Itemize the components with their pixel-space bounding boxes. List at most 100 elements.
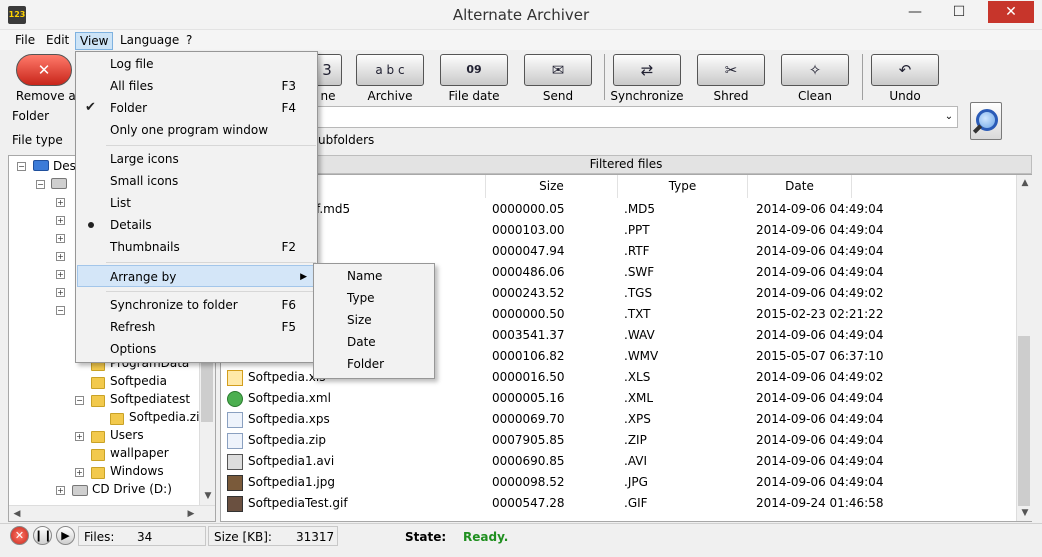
collapse-icon[interactable]: −	[17, 162, 26, 171]
menu-item-refresh[interactable]: Refresh F5	[77, 316, 316, 338]
expand-icon[interactable]: +	[75, 432, 84, 441]
collapse-icon[interactable]: −	[36, 180, 45, 189]
table-row[interactable]: Softpedia.xps 0000069.70 .XPS 2014-09-06…	[222, 409, 1012, 430]
subfolders-label: ubfolders	[318, 133, 375, 147]
expand-icon[interactable]: +	[56, 252, 65, 261]
table-row[interactable]: Softpedia1.avi 0000690.85 .AVI 2014-09-0…	[222, 451, 1012, 472]
menu-view[interactable]: View	[75, 32, 114, 50]
column-header-date[interactable]: Date	[748, 175, 852, 198]
menu-item-list[interactable]: List	[77, 192, 316, 214]
menu-item-label: Folder	[110, 101, 148, 115]
file-type: .SWF	[624, 265, 655, 279]
scroll-right-icon[interactable]: ▶	[183, 506, 199, 522]
submenu-item-date[interactable]: Date	[347, 331, 376, 353]
scroll-down-icon[interactable]: ▼	[1017, 505, 1033, 521]
remove-all-button[interactable]: ✕ Remove al	[10, 52, 85, 104]
expand-icon[interactable]: +	[75, 468, 84, 477]
file-name: f.md5	[316, 202, 351, 216]
menu-item-small-icons[interactable]: Small icons	[77, 170, 316, 192]
collapse-icon[interactable]: −	[56, 306, 65, 315]
scroll-down-icon[interactable]: ▼	[200, 488, 216, 504]
scroll-up-icon[interactable]: ▲	[1017, 175, 1033, 191]
stop-icon[interactable]: ✕	[10, 526, 29, 545]
shred-button[interactable]: ✂ Shred	[696, 52, 766, 104]
menu-item-thumbnails[interactable]: Thumbnails F2	[77, 236, 316, 258]
menu-item-large-icons[interactable]: Large icons	[77, 148, 316, 170]
expand-icon[interactable]: +	[56, 288, 65, 297]
filtered-files-header: Filtered files	[220, 155, 1032, 174]
file-type: .XLS	[624, 370, 651, 384]
file-size: 0000547.28	[492, 496, 565, 510]
pause-icon[interactable]: ❙❙	[33, 526, 52, 545]
collapse-icon[interactable]: −	[75, 396, 84, 405]
menu-item-options[interactable]: Options	[77, 338, 316, 360]
calendar-clock-icon: 09	[440, 54, 508, 86]
expand-icon[interactable]: +	[56, 216, 65, 225]
file-type: .WMV	[624, 349, 659, 363]
undo-label: Undo	[889, 89, 921, 103]
submenu-item-type[interactable]: Type	[347, 287, 375, 309]
excel-file-icon	[227, 370, 243, 386]
menu-item-details[interactable]: Details	[77, 214, 316, 236]
menu-item-log-file[interactable]: Log file	[77, 53, 316, 75]
file-date: 2014-09-06 04:49:04	[756, 328, 884, 342]
table-row[interactable]: 0000047.94 .RTF 2014-09-06 04:49:04	[222, 241, 1012, 262]
column-header-type[interactable]: Type	[618, 175, 748, 198]
expand-icon[interactable]: +	[56, 198, 65, 207]
table-row[interactable]: Softpedia.zip 0007905.85 .ZIP 2014-09-06…	[222, 430, 1012, 451]
chevron-down-icon[interactable]: ⌄	[940, 106, 958, 128]
submenu-item-folder[interactable]: Folder	[347, 353, 384, 375]
archive-button[interactable]: a b c Archive	[355, 52, 425, 104]
tree-item-windows[interactable]: Windows	[110, 462, 164, 480]
table-row[interactable]: f.md5 0000000.05 .MD5 2014-09-06 04:49:0…	[222, 199, 1012, 220]
submenu-item-name[interactable]: Name	[347, 265, 382, 287]
tree-item-softpediatest[interactable]: Softpediatest	[110, 390, 190, 408]
file-list-scroll-thumb[interactable]	[1018, 336, 1030, 506]
expand-icon[interactable]: +	[56, 270, 65, 279]
tree-item-wallpaper[interactable]: wallpaper	[110, 444, 169, 462]
document-file-icon	[227, 433, 243, 449]
file-date: 2014-09-06 04:49:04	[756, 433, 884, 447]
clean-label: Clean	[797, 89, 833, 103]
zip-folder-icon	[110, 413, 124, 425]
scroll-left-icon[interactable]: ◀	[9, 506, 25, 522]
folder-combo[interactable]	[310, 106, 958, 128]
submenu-item-size[interactable]: Size	[347, 309, 372, 331]
play-icon[interactable]: ▶	[56, 526, 75, 545]
expand-icon[interactable]: +	[56, 486, 65, 495]
table-row[interactable]: Softpedia.xml 0000005.16 .XML 2014-09-06…	[222, 388, 1012, 409]
menu-item-only-one-window[interactable]: Only one program window	[77, 119, 316, 141]
tree-item-cd-drive[interactable]: CD Drive (D:)	[92, 480, 172, 498]
menu-item-label: Refresh	[110, 320, 156, 334]
file-type: .MD5	[624, 202, 656, 216]
table-row[interactable]: Softpedia1.jpg 0000098.52 .JPG 2014-09-0…	[222, 472, 1012, 493]
tree-item-users[interactable]: Users	[110, 426, 144, 444]
menu-help[interactable]: ?	[182, 32, 196, 50]
menu-separator	[106, 262, 316, 263]
menu-item-folder[interactable]: ✔ Folder F4	[77, 97, 316, 119]
menu-item-label: Thumbnails	[110, 240, 180, 254]
close-icon[interactable]: ✕	[988, 1, 1034, 23]
undo-button[interactable]: ↶ Undo	[870, 52, 940, 104]
file-type: .TXT	[624, 307, 651, 321]
file-date-button[interactable]: 09 File date	[439, 52, 509, 104]
expand-icon[interactable]: +	[56, 234, 65, 243]
send-button[interactable]: ✉ Send	[523, 52, 593, 104]
column-header-size[interactable]: Size	[486, 175, 618, 198]
shred-label: Shred	[713, 89, 749, 103]
tree-item-softpedia[interactable]: Softpedia	[110, 372, 167, 390]
menu-edit[interactable]: Edit	[42, 32, 73, 50]
minimize-icon[interactable]: —	[900, 1, 930, 23]
menu-file[interactable]: File	[11, 32, 39, 50]
maximize-icon[interactable]: ☐	[944, 1, 974, 23]
menu-language[interactable]: Language	[116, 32, 183, 50]
tree-horizontal-scrollbar[interactable]: ◀ ▶	[9, 505, 215, 521]
table-row[interactable]: 0000103.00 .PPT 2014-09-06 04:49:04	[222, 220, 1012, 241]
table-row[interactable]: SoftpediaTest.gif 0000547.28 .GIF 2014-0…	[222, 493, 1012, 514]
menu-item-synchronize-to-folder[interactable]: Synchronize to folder F6	[77, 294, 316, 316]
clean-button[interactable]: ✧ Clean	[780, 52, 850, 104]
synchronize-button[interactable]: ⇄ Synchronize	[610, 52, 684, 104]
menu-item-all-files[interactable]: All files F3	[77, 75, 316, 97]
menu-item-arrange-by[interactable]: Arrange by ▶	[77, 265, 316, 287]
tree-item-softpedia-zip[interactable]: Softpedia.zip	[129, 408, 207, 426]
